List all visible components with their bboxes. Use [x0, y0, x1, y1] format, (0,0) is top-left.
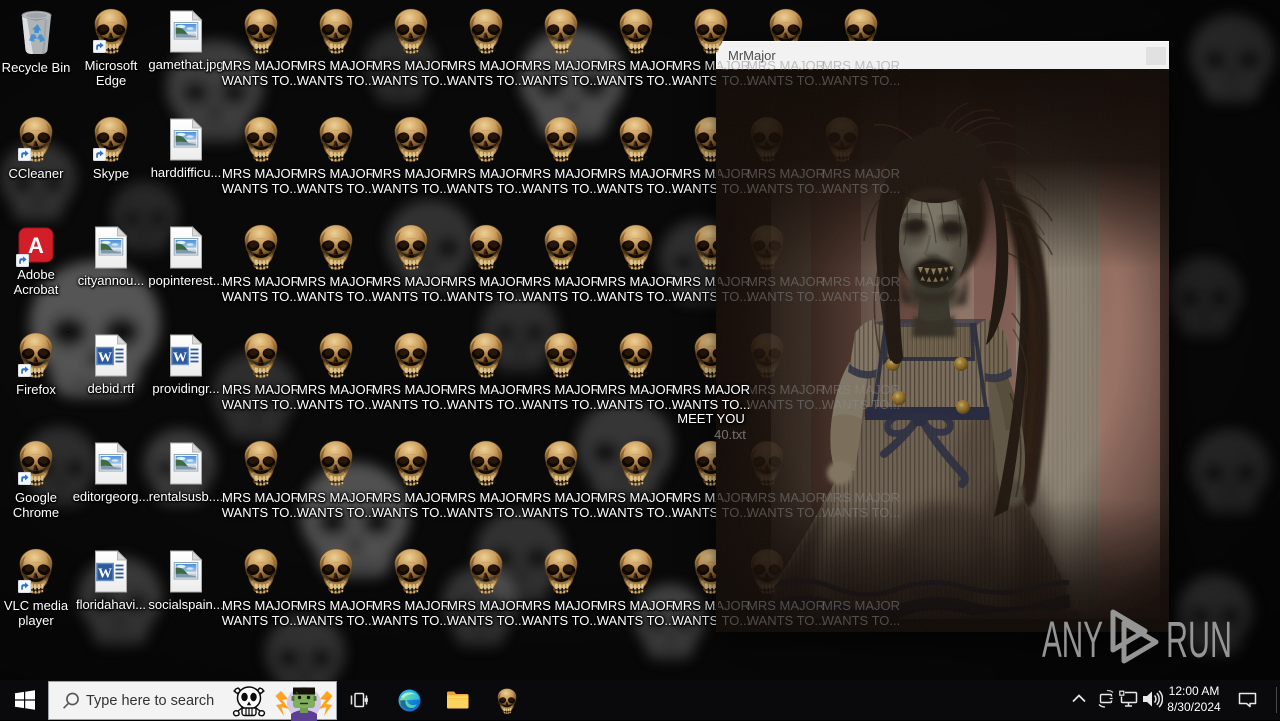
svg-text:ANY: ANY [1042, 611, 1103, 668]
svg-text:RUN: RUN [1166, 611, 1232, 668]
